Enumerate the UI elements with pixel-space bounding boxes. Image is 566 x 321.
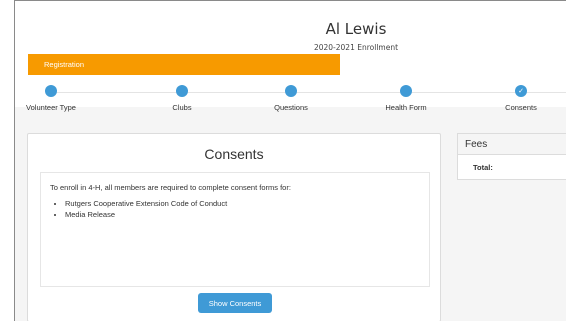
fees-total-label: Total:	[473, 163, 493, 172]
enrollment-year: 2020-2021 Enrollment	[313, 43, 399, 52]
enrollment-frame: Al Lewis 2020-2021 Enrollment Registrati…	[14, 0, 566, 321]
show-consents-button[interactable]: Show Consents	[198, 293, 272, 313]
list-item: Rutgers Cooperative Extension Code of Co…	[65, 199, 227, 208]
circle-icon	[285, 85, 297, 97]
step-label: Health Form	[385, 103, 427, 112]
step-consents[interactable]: ✓ Consents	[476, 85, 566, 112]
circle-icon	[400, 85, 412, 97]
step-label: Questions	[274, 103, 308, 112]
step-health-form[interactable]: Health Form	[361, 85, 451, 112]
circle-icon	[176, 85, 188, 97]
consents-title: Consents	[204, 146, 264, 162]
header-panel: Al Lewis 2020-2021 Enrollment Registrati…	[15, 1, 566, 112]
consents-card: Consents To enroll in 4-H, all members a…	[27, 133, 441, 321]
member-name: Al Lewis	[325, 20, 387, 38]
step-volunteer-type[interactable]: Volunteer Type	[6, 85, 96, 112]
consents-intro: To enroll in 4-H, all members are requir…	[50, 183, 291, 192]
consents-info-box: To enroll in 4-H, all members are requir…	[40, 172, 430, 287]
step-label: Clubs	[172, 103, 192, 112]
step-clubs[interactable]: Clubs	[137, 85, 227, 112]
check-icon: ✓	[515, 85, 527, 97]
consent-list: Rutgers Cooperative Extension Code of Co…	[65, 199, 227, 221]
progress-label: Registration	[44, 60, 85, 69]
fees-title: Fees	[458, 134, 566, 155]
registration-progress-bar: Registration	[28, 54, 340, 75]
step-questions[interactable]: Questions	[246, 85, 336, 112]
list-item: Media Release	[65, 210, 227, 219]
circle-icon	[45, 85, 57, 97]
step-label: Volunteer Type	[26, 103, 76, 112]
step-label: Consents	[505, 103, 537, 112]
fees-card: Fees Total:	[457, 133, 566, 180]
